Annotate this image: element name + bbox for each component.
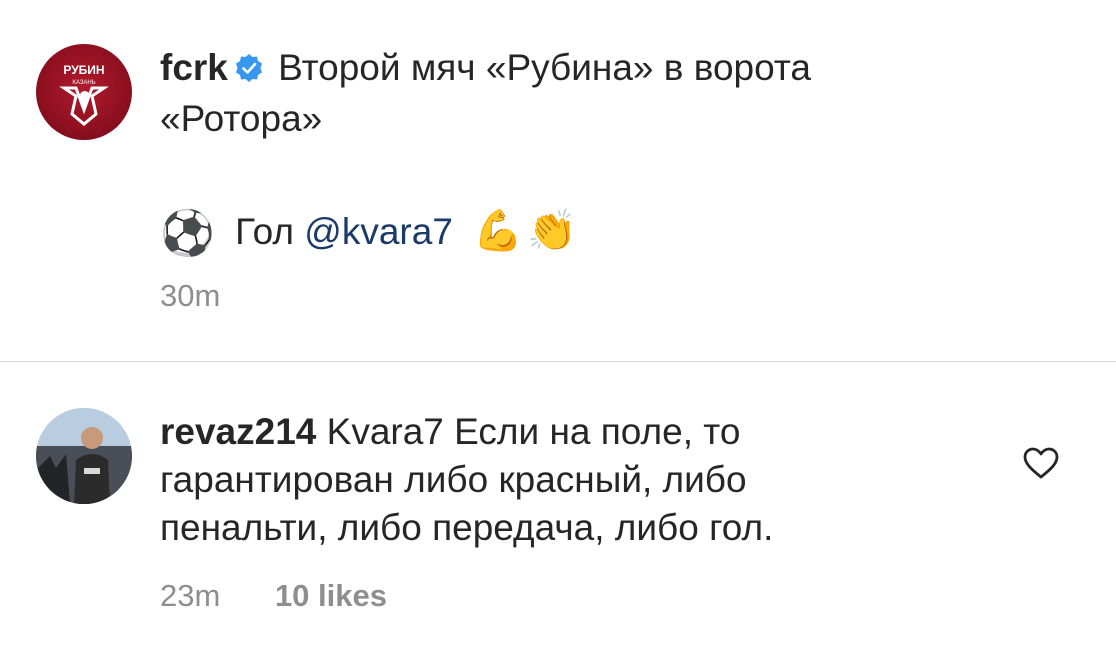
flexed-biceps-icon: 💪 bbox=[473, 208, 523, 254]
comment-meta: 23m 10 likes bbox=[160, 578, 387, 614]
comment-likes[interactable]: 10 likes bbox=[275, 578, 387, 613]
fcrk-avatar[interactable]: РУБИН КАЗАНЬ bbox=[36, 44, 132, 140]
soccer-ball-icon: ⚽ bbox=[160, 208, 215, 259]
svg-text:КАЗАНЬ: КАЗАНЬ bbox=[72, 80, 95, 86]
comment-timestamp[interactable]: 23m bbox=[160, 578, 220, 613]
post-timestamp[interactable]: 30m bbox=[160, 278, 220, 314]
post-caption-line-1: Второй мяч «Рубина» в ворота bbox=[278, 47, 811, 88]
post-caption-line-2: «Ротора» bbox=[160, 98, 323, 139]
rubin-club-logo: РУБИН КАЗАНЬ bbox=[59, 63, 109, 126]
divider bbox=[0, 361, 1116, 362]
comment-line-2: гарантирован либо красный, либо bbox=[160, 459, 747, 500]
post-username[interactable]: fcrk bbox=[160, 47, 228, 88]
user-photo-icon bbox=[36, 408, 132, 504]
heart-outline-icon[interactable] bbox=[1022, 446, 1060, 480]
svg-text:РУБИН: РУБИН bbox=[63, 63, 104, 77]
verified-badge-icon bbox=[234, 47, 264, 95]
mention-link[interactable]: @kvara7 bbox=[304, 211, 453, 252]
revaz214-avatar[interactable] bbox=[36, 408, 132, 504]
comment-line-1: Kvara7 Если на поле, то bbox=[326, 411, 741, 452]
comment-username[interactable]: revaz214 bbox=[160, 411, 316, 452]
clapping-hands-icon: 👏 bbox=[527, 208, 577, 254]
post-caption: РУБИН КАЗАНЬ fcrk Второй мяч «Рубина» в … bbox=[0, 0, 1116, 360]
goal-prefix: Гол bbox=[235, 211, 294, 252]
comment-line-3: пенальти, либо передача, либо гол. bbox=[160, 507, 774, 548]
comment-text: revaz214 Kvara7 Если на поле, то гаранти… bbox=[160, 408, 920, 552]
post-caption-text: fcrk Второй мяч «Рубина» в ворота «Ротор… bbox=[160, 44, 960, 258]
